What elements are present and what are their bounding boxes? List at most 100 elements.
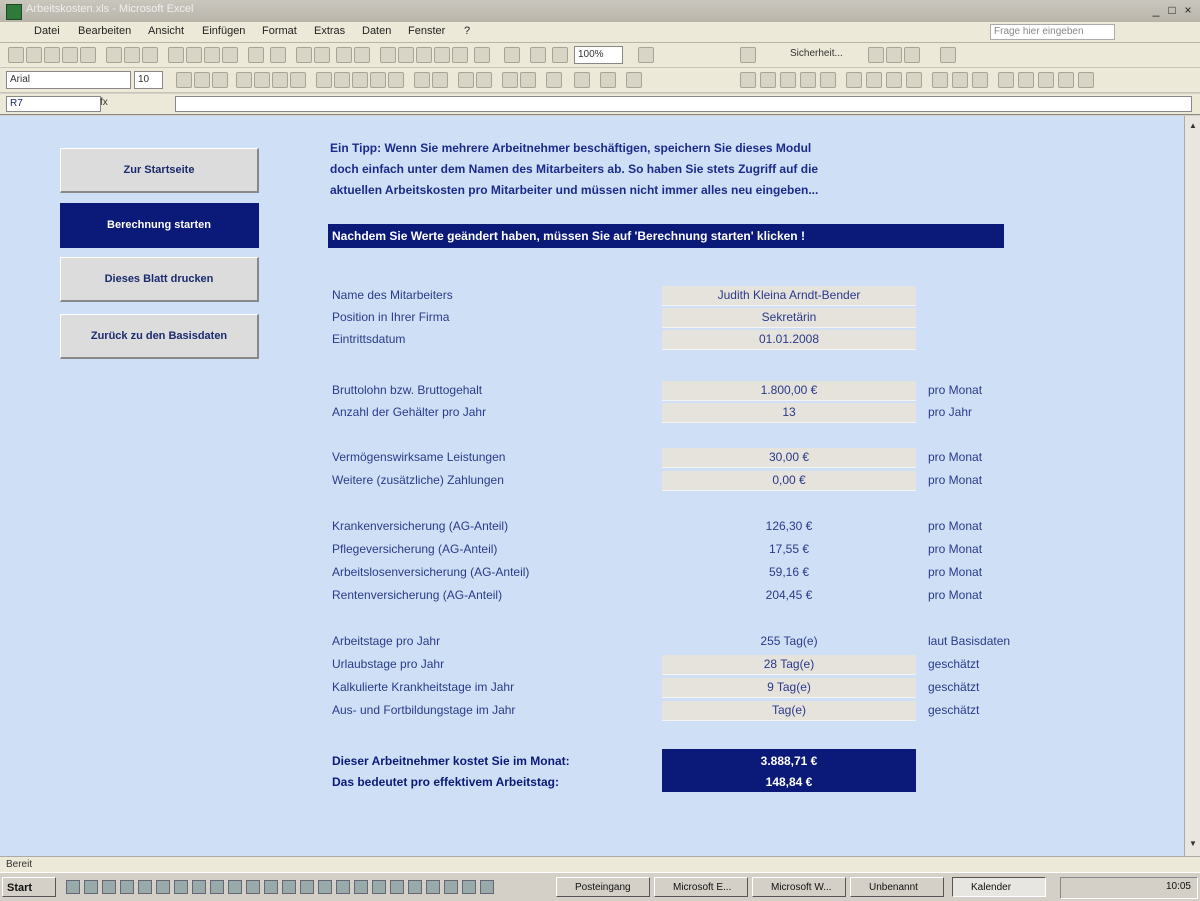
print-sheet-button[interactable]: Dieses Blatt drucken bbox=[60, 257, 259, 302]
quicklaunch-icon[interactable] bbox=[480, 880, 494, 894]
training-days-field[interactable]: Tag(e) bbox=[662, 701, 916, 721]
more-buttons-icon[interactable] bbox=[626, 72, 642, 88]
menu-file[interactable]: Datei bbox=[34, 25, 60, 37]
zoom-select[interactable]: 100% bbox=[574, 46, 623, 64]
help-search-input[interactable]: Frage hier eingeben bbox=[990, 24, 1115, 40]
back-to-basedata-button[interactable]: Zurück zu den Basisdaten bbox=[60, 314, 259, 359]
line-style-icon[interactable] bbox=[998, 72, 1014, 88]
extra-payments-field[interactable]: 0,00 € bbox=[662, 471, 916, 491]
menu-window[interactable]: Fenster bbox=[408, 25, 445, 37]
hyperlink-icon[interactable] bbox=[296, 47, 312, 63]
bold-icon[interactable] bbox=[176, 72, 192, 88]
percent-icon[interactable] bbox=[334, 72, 350, 88]
insert-chart-icon[interactable] bbox=[530, 47, 546, 63]
redo-icon[interactable] bbox=[270, 47, 286, 63]
macro-icon[interactable] bbox=[940, 47, 956, 63]
control-toolbox-icon[interactable] bbox=[868, 47, 884, 63]
chart-icon[interactable] bbox=[434, 47, 450, 63]
design-mode-icon[interactable] bbox=[886, 47, 902, 63]
merge-center-icon[interactable] bbox=[290, 72, 306, 88]
formula-input[interactable] bbox=[175, 96, 1192, 112]
position-field[interactable]: Sekretärin bbox=[662, 308, 916, 328]
paste-special-icon[interactable] bbox=[474, 47, 490, 63]
entry-date-field[interactable]: 01.01.2008 bbox=[662, 330, 916, 350]
start-page-button[interactable]: Zur Startseite bbox=[60, 148, 259, 193]
salary-count-field[interactable]: 13 bbox=[662, 403, 916, 423]
rectangle-icon[interactable] bbox=[780, 72, 796, 88]
align-right-icon[interactable] bbox=[272, 72, 288, 88]
quicklaunch-icon[interactable] bbox=[444, 880, 458, 894]
quicklaunch-icon[interactable] bbox=[210, 880, 224, 894]
autosum-icon[interactable] bbox=[314, 47, 330, 63]
underline-icon[interactable] bbox=[212, 72, 228, 88]
paste-icon[interactable] bbox=[204, 47, 220, 63]
line-color-icon[interactable] bbox=[952, 72, 968, 88]
diagram-icon[interactable] bbox=[866, 72, 882, 88]
close-button[interactable]: × bbox=[1180, 3, 1196, 17]
task-button-active[interactable]: Kalender bbox=[952, 877, 1046, 897]
menu-edit[interactable]: Bearbeiten bbox=[78, 25, 131, 37]
quicklaunch-icon[interactable] bbox=[246, 880, 260, 894]
oval-icon[interactable] bbox=[800, 72, 816, 88]
open-icon[interactable] bbox=[26, 47, 42, 63]
filter-icon[interactable] bbox=[520, 72, 536, 88]
scroll-down-icon[interactable]: ▼ bbox=[1187, 838, 1199, 850]
task-button[interactable]: Posteingang bbox=[556, 877, 650, 897]
print-preview-icon[interactable] bbox=[124, 47, 140, 63]
bar-chart-icon[interactable] bbox=[504, 47, 520, 63]
quicklaunch-icon[interactable] bbox=[156, 880, 170, 894]
help-icon[interactable] bbox=[638, 47, 654, 63]
textbox-icon[interactable] bbox=[820, 72, 836, 88]
clipart-icon[interactable] bbox=[886, 72, 902, 88]
vacation-days-field[interactable]: 28 Tag(e) bbox=[662, 655, 916, 675]
decrease-decimal-icon[interactable] bbox=[388, 72, 404, 88]
picture-icon[interactable] bbox=[906, 72, 922, 88]
table-icon[interactable] bbox=[552, 47, 568, 63]
italic-icon[interactable] bbox=[194, 72, 210, 88]
shadow-icon[interactable] bbox=[1058, 72, 1074, 88]
menu-view[interactable]: Ansicht bbox=[148, 25, 184, 37]
print-icon[interactable] bbox=[106, 47, 122, 63]
dash-style-icon[interactable] bbox=[1018, 72, 1034, 88]
employee-name-field[interactable]: Judith Kleina Arndt-Bender bbox=[662, 286, 916, 306]
menu-help[interactable]: ? bbox=[464, 25, 470, 37]
security-button[interactable]: Sicherheit... bbox=[790, 48, 843, 59]
quicklaunch-icon[interactable] bbox=[264, 880, 278, 894]
quicklaunch-icon[interactable] bbox=[462, 880, 476, 894]
gross-salary-field[interactable]: 1.800,00 € bbox=[662, 381, 916, 401]
security-icon[interactable] bbox=[740, 47, 756, 63]
quicklaunch-icon[interactable] bbox=[318, 880, 332, 894]
quicklaunch-icon[interactable] bbox=[138, 880, 152, 894]
save-icon[interactable] bbox=[44, 47, 60, 63]
fill-icon[interactable] bbox=[932, 72, 948, 88]
quicklaunch-icon[interactable] bbox=[390, 880, 404, 894]
quicklaunch-icon[interactable] bbox=[66, 880, 80, 894]
cut-icon[interactable] bbox=[168, 47, 184, 63]
vba-editor-icon[interactable] bbox=[904, 47, 920, 63]
arrow-style-icon[interactable] bbox=[1038, 72, 1054, 88]
quicklaunch-icon[interactable] bbox=[354, 880, 368, 894]
font-size-select[interactable]: 10 bbox=[134, 71, 163, 89]
quicklaunch-icon[interactable] bbox=[282, 880, 296, 894]
drawing-arrow-icon[interactable] bbox=[740, 72, 756, 88]
undo-icon[interactable] bbox=[248, 47, 264, 63]
thousands-icon[interactable] bbox=[352, 72, 368, 88]
start-button[interactable]: Start bbox=[2, 877, 56, 897]
start-calculation-button[interactable]: Berechnung starten bbox=[60, 203, 259, 248]
fill-color-icon[interactable] bbox=[574, 72, 590, 88]
task-button[interactable]: Microsoft W... bbox=[752, 877, 846, 897]
wordart-icon[interactable] bbox=[846, 72, 862, 88]
email-icon[interactable] bbox=[80, 47, 96, 63]
sort-descending-icon[interactable] bbox=[354, 47, 370, 63]
quicklaunch-icon[interactable] bbox=[120, 880, 134, 894]
minimize-button[interactable]: _ bbox=[1148, 3, 1164, 17]
font-select[interactable]: Arial bbox=[6, 71, 131, 89]
line-icon[interactable] bbox=[760, 72, 776, 88]
wrap-icon[interactable] bbox=[458, 72, 474, 88]
name-box[interactable]: R7 bbox=[6, 96, 101, 112]
menu-data[interactable]: Daten bbox=[362, 25, 391, 37]
new-icon[interactable] bbox=[8, 47, 24, 63]
borders-icon[interactable] bbox=[546, 72, 562, 88]
orientation-icon[interactable] bbox=[476, 72, 492, 88]
quicklaunch-icon[interactable] bbox=[336, 880, 350, 894]
